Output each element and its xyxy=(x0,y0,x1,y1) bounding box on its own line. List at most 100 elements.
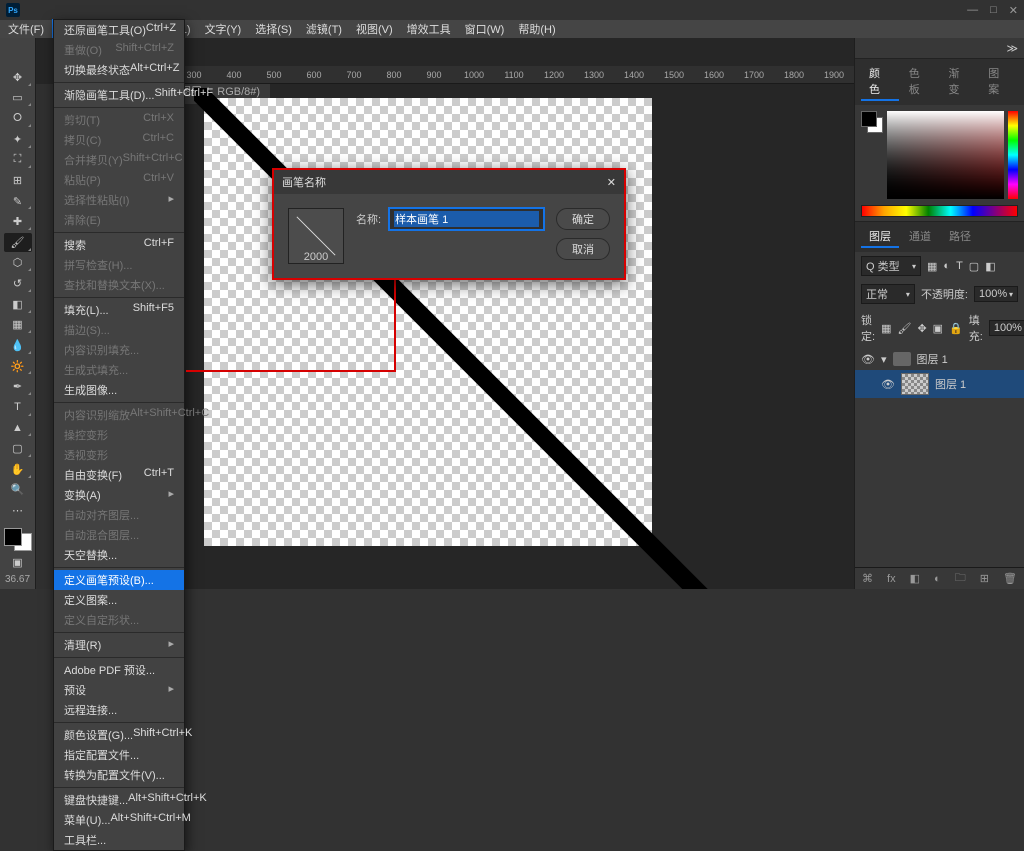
tab-color[interactable]: 颜色 xyxy=(861,63,899,101)
dodge-tool[interactable]: 🔆 xyxy=(4,357,32,376)
brush-name-input[interactable]: 样本画笔 1 xyxy=(389,208,544,230)
crop-tool[interactable]: ⛶ xyxy=(4,151,32,170)
screen-mode[interactable]: ▣ xyxy=(4,553,32,572)
menu-item[interactable]: Adobe PDF 预设... xyxy=(54,660,184,680)
menu-item[interactable]: 变换(A)▸ xyxy=(54,485,184,505)
window-close[interactable]: ✕ xyxy=(1009,4,1018,17)
layer-row-group[interactable]: 👁 ▾ 图层 1 xyxy=(855,348,1024,370)
lock-transparency-icon[interactable]: ▦ xyxy=(881,322,891,335)
frame-tool[interactable]: ⊞ xyxy=(4,171,32,190)
new-layer-icon[interactable]: ⊞ xyxy=(980,572,989,585)
menu-item[interactable]: 渐隐画笔工具(D)...Shift+Ctrl+F xyxy=(54,85,184,105)
tab-channels[interactable]: 通道 xyxy=(901,226,939,248)
menu-item[interactable]: 增效工具 xyxy=(401,19,457,39)
eraser-tool[interactable]: ◧ xyxy=(4,295,32,314)
layer-row[interactable]: 👁 图层 1 xyxy=(855,370,1024,398)
expand-icon[interactable]: ▾ xyxy=(881,353,887,366)
lock-paint-icon[interactable]: 🖌 xyxy=(897,322,911,335)
delete-layer-icon[interactable]: 🗑 xyxy=(1003,572,1017,585)
menu-item[interactable]: 文字(Y) xyxy=(199,19,248,39)
marquee-tool[interactable]: ▭ xyxy=(4,89,32,108)
lock-position-icon[interactable]: ✥ xyxy=(917,322,926,335)
menu-item[interactable]: 菜单(U)...Alt+Shift+Ctrl+M xyxy=(54,810,184,830)
layer-mask-icon[interactable]: ◧ xyxy=(910,572,920,585)
layer-style-icon[interactable]: fx xyxy=(887,573,896,585)
layer-name[interactable]: 图层 1 xyxy=(935,376,966,392)
menu-item[interactable]: 窗口(W) xyxy=(459,19,511,39)
menu-item[interactable]: 视图(V) xyxy=(350,19,399,39)
menu-item[interactable]: 搜索Ctrl+F xyxy=(54,235,184,255)
menu-item[interactable]: 文件(F) xyxy=(2,19,50,39)
cancel-button[interactable]: 取消 xyxy=(556,238,610,260)
layer-opacity-value[interactable]: 100%▾ xyxy=(974,286,1018,302)
history-brush-tool[interactable]: ↺ xyxy=(4,274,32,293)
zoom-tool[interactable]: 🔍 xyxy=(4,481,32,500)
shape-tool[interactable]: ▢ xyxy=(4,439,32,458)
brush-tool[interactable]: 🖌 xyxy=(4,233,32,252)
window-maximize[interactable]: □ xyxy=(990,4,997,17)
tab-layers[interactable]: 图层 xyxy=(861,226,899,248)
color-field[interactable] xyxy=(887,111,1004,199)
menu-item[interactable]: 生成图像... xyxy=(54,380,184,400)
edit-toolbar[interactable]: ⋯ xyxy=(4,501,32,520)
link-layers-icon[interactable]: ⌘ xyxy=(862,572,873,585)
blur-tool[interactable]: 💧 xyxy=(4,336,32,355)
color-swatch[interactable] xyxy=(861,111,883,133)
menu-item[interactable]: 自由变换(F)Ctrl+T xyxy=(54,465,184,485)
menu-item[interactable]: 工具栏... xyxy=(54,830,184,850)
new-group-icon[interactable]: 🗀 xyxy=(955,569,966,588)
menu-item[interactable]: 转换为配置文件(V)... xyxy=(54,765,184,785)
gradient-tool[interactable]: ▦ xyxy=(4,316,32,335)
menu-item[interactable]: 天空替换... xyxy=(54,545,184,565)
menu-item[interactable]: 定义画笔预设(B)... xyxy=(54,570,184,590)
color-ramp[interactable] xyxy=(861,205,1018,217)
move-tool[interactable]: ✥ xyxy=(4,68,32,87)
lock-all-icon[interactable]: 🔒 xyxy=(949,322,963,335)
menu-item[interactable]: 填充(L)...Shift+F5 xyxy=(54,300,184,320)
filter-pixel-icon[interactable]: ▦ xyxy=(927,260,937,273)
menu-item[interactable]: 滤镜(T) xyxy=(300,19,348,39)
filter-adjust-icon[interactable]: ◐ xyxy=(943,260,950,272)
stamp-tool[interactable]: ⬡ xyxy=(4,254,32,273)
menu-item[interactable]: 远程连接... xyxy=(54,700,184,720)
menu-item[interactable]: 指定配置文件... xyxy=(54,745,184,765)
window-minimize[interactable]: — xyxy=(967,4,978,17)
tab-patterns[interactable]: 图案 xyxy=(980,63,1018,101)
menu-item[interactable]: 切换最终状态Alt+Ctrl+Z xyxy=(54,60,184,80)
type-tool[interactable]: T xyxy=(4,398,32,417)
menu-item[interactable]: 颜色设置(G)...Shift+Ctrl+K xyxy=(54,725,184,745)
quick-select-tool[interactable]: ✦ xyxy=(4,130,32,149)
fg-bg-colors[interactable] xyxy=(4,528,32,552)
pen-tool[interactable]: ✒ xyxy=(4,377,32,396)
layer-name[interactable]: 图层 1 xyxy=(917,351,948,367)
layer-thumbnail[interactable] xyxy=(901,373,929,395)
layer-kind-filter[interactable]: Q 类型▾ xyxy=(861,256,921,276)
lasso-tool[interactable]: ⭘ xyxy=(4,109,32,128)
dialog-close-button[interactable]: ✕ xyxy=(607,176,616,189)
menu-item[interactable]: 预设▸ xyxy=(54,680,184,700)
filter-shape-icon[interactable]: ▢ xyxy=(969,260,979,273)
tab-gradients[interactable]: 渐变 xyxy=(941,63,979,101)
hand-tool[interactable]: ✋ xyxy=(4,460,32,479)
tab-swatches[interactable]: 色板 xyxy=(901,63,939,101)
adjustment-layer-icon[interactable]: ◐ xyxy=(934,573,941,585)
path-select-tool[interactable]: ▲ xyxy=(4,419,32,438)
filter-smart-icon[interactable]: ◧ xyxy=(985,260,995,273)
filter-type-icon[interactable]: T xyxy=(956,260,963,272)
collapse-icon[interactable]: ≫ xyxy=(1006,42,1018,55)
menu-item[interactable]: 清理(R)▸ xyxy=(54,635,184,655)
visibility-icon[interactable]: 👁 xyxy=(881,377,895,391)
tab-paths[interactable]: 路径 xyxy=(941,226,979,248)
lock-artboard-icon[interactable]: ▣ xyxy=(933,322,943,335)
canvas[interactable] xyxy=(204,98,652,546)
menu-item[interactable]: 定义图案... xyxy=(54,590,184,610)
hue-slider[interactable] xyxy=(1008,111,1018,199)
menu-item[interactable]: 键盘快捷键...Alt+Shift+Ctrl+K xyxy=(54,790,184,810)
menu-item[interactable]: 帮助(H) xyxy=(512,19,561,39)
blend-mode-select[interactable]: 正常▾ xyxy=(861,284,915,304)
heal-tool[interactable]: ✚ xyxy=(4,212,32,231)
menu-item[interactable]: 还原画笔工具(O)Ctrl+Z xyxy=(54,20,184,40)
ok-button[interactable]: 确定 xyxy=(556,208,610,230)
eyedropper-tool[interactable]: ✎ xyxy=(4,192,32,211)
visibility-icon[interactable]: 👁 xyxy=(861,352,875,366)
